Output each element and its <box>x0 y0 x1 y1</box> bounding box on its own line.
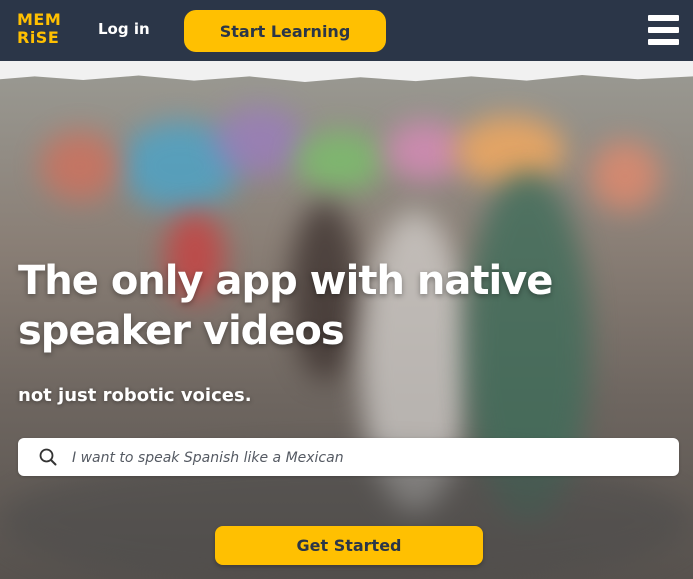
background-blur-orange <box>455 116 565 186</box>
search-icon <box>39 448 57 466</box>
start-learning-button[interactable]: Start Learning <box>184 10 386 52</box>
background-blur-purple <box>215 106 305 176</box>
hero-subheadline: not just robotic voices. <box>18 385 252 406</box>
top-navigation-bar: MEM RiSE Log in Start Learning <box>0 0 693 61</box>
search-bar[interactable] <box>18 438 679 476</box>
logo-line-1: MEM <box>17 10 62 29</box>
hamburger-menu-icon[interactable] <box>648 15 679 45</box>
menu-bar-2 <box>648 27 679 33</box>
logo-line-2: RiSE <box>17 28 60 47</box>
torn-paper-edge <box>0 61 693 82</box>
search-input[interactable] <box>70 444 664 472</box>
menu-bar-1 <box>648 15 679 21</box>
menu-bar-3 <box>648 39 679 45</box>
memrise-logo[interactable]: MEM RiSE <box>17 11 61 49</box>
background-blur-green <box>295 131 385 191</box>
hero-headline: The only app with native speaker videos <box>18 258 553 354</box>
background-blur-coral <box>590 141 660 211</box>
get-started-button[interactable]: Get Started <box>215 526 483 565</box>
login-link[interactable]: Log in <box>98 20 150 38</box>
background-blur-pink <box>385 121 465 181</box>
background-blur-red <box>40 131 120 201</box>
